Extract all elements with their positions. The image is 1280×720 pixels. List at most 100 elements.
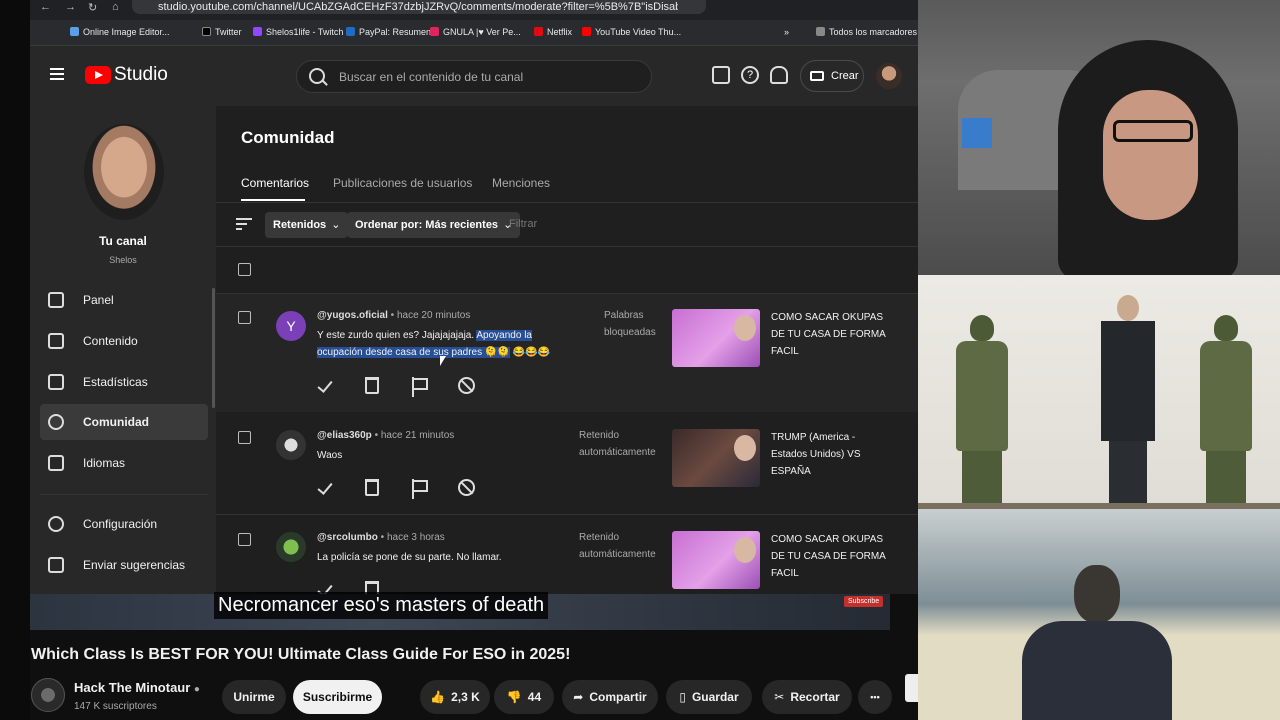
search-input[interactable]: Buscar en el contenido de tu canal	[296, 60, 652, 93]
all-bookmarks[interactable]: Todos los marcadores	[816, 27, 917, 37]
channel-name[interactable]: Hack The Minotaur ●	[74, 680, 200, 695]
channel-avatar[interactable]	[84, 124, 164, 220]
mouse-cursor	[440, 356, 446, 366]
hide-user-icon[interactable]	[458, 479, 475, 496]
studio-logo[interactable]: Studio	[85, 64, 168, 86]
comment-meta: @elias360p • hace 21 minutos	[317, 430, 455, 441]
sidebar-item-idiomas[interactable]: Idiomas	[40, 445, 208, 481]
webcam-object	[962, 118, 992, 148]
video-thumbnail[interactable]	[672, 429, 760, 487]
video-thumbnail[interactable]	[672, 531, 760, 589]
comment-meta: @yugos.oficial • hace 20 minutos	[317, 310, 471, 321]
select-all-checkbox[interactable]	[238, 263, 251, 276]
sidebar-item-configuracion[interactable]: Configuración	[40, 506, 208, 542]
sidebar-item-comunidad[interactable]: Comunidad	[40, 404, 208, 440]
paypal-icon	[346, 27, 355, 36]
bookmark-item[interactable]: Shelos1life - Twitch	[253, 27, 343, 37]
tab-menciones[interactable]: Menciones	[492, 176, 550, 190]
delete-icon[interactable]	[365, 377, 379, 394]
clip-button[interactable]: ✂ Recortar	[762, 680, 852, 714]
sidebar-item-estadisticas[interactable]: Estadísticas	[40, 364, 208, 400]
scissors-icon: ✂	[774, 690, 785, 704]
bookmark-item[interactable]: Netflix	[534, 27, 572, 37]
tab-comentarios[interactable]: Comentarios	[241, 176, 309, 190]
row-checkbox[interactable]	[238, 311, 251, 324]
subtitles-icon[interactable]	[712, 66, 730, 84]
x-icon	[202, 27, 211, 36]
search-placeholder: Buscar en el contenido de tu canal	[339, 70, 524, 84]
hide-user-icon[interactable]	[458, 377, 475, 394]
tab-publicaciones[interactable]: Publicaciones de usuarios	[333, 176, 472, 190]
comment-author[interactable]: @yugos.oficial	[317, 310, 388, 321]
menu-icon[interactable]	[50, 68, 64, 80]
sidebar: Tu canal Shelos Panel Contenido Estadíst…	[30, 106, 216, 594]
bookmark-icon: ▯	[679, 690, 686, 704]
row-checkbox[interactable]	[238, 431, 251, 444]
commenter-avatar[interactable]	[276, 430, 306, 460]
bookmark-item[interactable]: PayPal: Resumen	[346, 27, 431, 37]
approve-icon[interactable]	[317, 478, 337, 498]
sort-chip[interactable]: Ordenar por: Más recientes ⌄	[347, 212, 521, 238]
account-avatar[interactable]	[876, 63, 902, 89]
bookmark-item[interactable]: YouTube Video Thu...	[582, 27, 681, 37]
webcam-glasses	[1113, 120, 1193, 142]
reload-icon[interactable]: ↻	[88, 1, 97, 14]
artwork-soldier-left	[952, 315, 1012, 535]
comment-author[interactable]: @elias360p	[317, 430, 372, 441]
help-icon[interactable]: ?	[741, 66, 759, 84]
notifications-icon[interactable]	[770, 66, 788, 84]
bookmark-item[interactable]: Online Image Editor...	[70, 27, 170, 37]
filter-icon[interactable]	[236, 218, 252, 233]
share-icon: ➦	[573, 690, 584, 704]
bookmark-item[interactable]: GNULA |♥ Ver Pe...	[430, 27, 521, 37]
delete-icon[interactable]	[365, 479, 379, 496]
bookmarks-bar: Online Image Editor... Twitter Shelos1li…	[30, 20, 918, 46]
thumbnail-face	[734, 315, 756, 341]
url-text[interactable]: studio.youtube.com/channel/UCAbZGAdCEHzF…	[158, 1, 678, 13]
share-button[interactable]: ➦ Compartir	[562, 680, 658, 714]
report-flag-icon[interactable]	[412, 377, 432, 397]
video-title[interactable]: COMO SACAR OKUPAS DE TU CASA DE FORMA FA…	[771, 531, 893, 582]
comment-author[interactable]: @srcolumbo	[317, 532, 378, 543]
verified-icon: ●	[193, 684, 200, 695]
video-title[interactable]: TRUMP (America - Estados Unidos) VS ESPA…	[771, 429, 893, 480]
subscribe-button[interactable]: Suscribirme	[293, 680, 382, 714]
channel-avatar[interactable]	[31, 678, 65, 712]
commenter-avatar[interactable]	[276, 532, 306, 562]
youtube-icon	[582, 27, 591, 36]
youtube-logo-icon	[85, 66, 111, 84]
thumbnail-face	[734, 537, 756, 563]
channel-title: Tu canal	[99, 234, 147, 248]
back-icon[interactable]: ←	[40, 1, 51, 13]
bookmark-item[interactable]: Twitter	[202, 27, 242, 37]
home-icon[interactable]: ⌂	[112, 1, 119, 13]
approve-icon[interactable]	[317, 376, 337, 396]
netflix-icon	[534, 27, 543, 36]
row-checkbox[interactable]	[238, 533, 251, 546]
commenter-avatar[interactable]: Y	[276, 311, 306, 341]
sidebar-scrollbar[interactable]	[212, 288, 215, 408]
video-thumbnail[interactable]	[672, 309, 760, 367]
comic-artwork	[918, 275, 1280, 720]
sidebar-item-panel[interactable]: Panel	[40, 282, 208, 318]
filter-input[interactable]: Filtrar	[509, 218, 537, 230]
thumbnail-face	[734, 435, 756, 461]
forward-icon[interactable]: →	[65, 1, 76, 13]
comment-meta: @srcolumbo • hace 3 horas	[317, 532, 445, 543]
report-flag-icon[interactable]	[412, 479, 432, 499]
webcam-overlay	[918, 0, 1280, 275]
video-title[interactable]: COMO SACAR OKUPAS DE TU CASA DE FORMA FA…	[771, 309, 893, 360]
dislike-button[interactable]: 👎 44	[494, 680, 554, 714]
save-button[interactable]: ▯ Guardar	[666, 680, 752, 714]
edge-panel	[905, 674, 918, 702]
create-button[interactable]: Crear	[800, 60, 864, 92]
like-button[interactable]: 👍 2,3 K	[420, 680, 490, 714]
comment-status: Retenido automáticamente	[579, 430, 656, 458]
sidebar-item-contenido[interactable]: Contenido	[40, 323, 208, 359]
join-button[interactable]: Unirme	[222, 680, 286, 714]
chevron-down-icon: ⌄	[331, 219, 341, 231]
bookmarks-more[interactable]: »	[784, 27, 789, 37]
held-filter-chip[interactable]: Retenidos ⌄	[265, 212, 349, 238]
sidebar-item-sugerencias[interactable]: Enviar sugerencias	[40, 547, 208, 583]
more-actions-button[interactable]: •••	[858, 680, 892, 714]
